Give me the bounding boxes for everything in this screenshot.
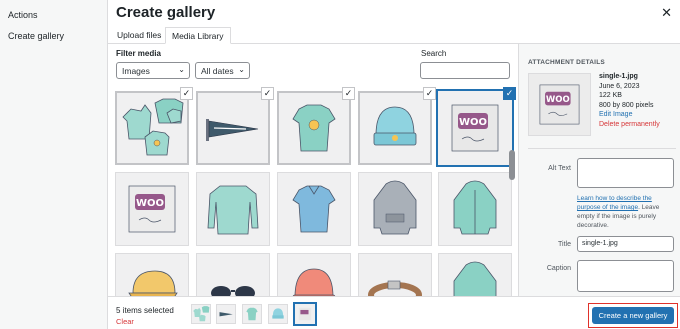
date-value: All dates <box>201 66 234 76</box>
media-item-beanie[interactable]: ✓ <box>358 87 436 165</box>
svg-text:WOO: WOO <box>459 117 487 128</box>
search-input[interactable] <box>420 62 510 79</box>
media-grid: ✓ ✓ ✓ ✓ WOO ✓ WOO <box>108 84 518 296</box>
checkmark-icon[interactable]: ✓ <box>261 87 274 100</box>
checkmark-icon[interactable]: ✓ <box>342 87 355 100</box>
close-icon[interactable]: ✕ <box>661 5 672 21</box>
divider <box>528 148 676 149</box>
tab-media-library[interactable]: Media Library <box>165 27 231 44</box>
media-item-sunglasses[interactable] <box>196 253 270 296</box>
hoodie-green-image <box>453 261 497 296</box>
woo-album-image: WOO <box>539 84 580 125</box>
hoodie-image <box>373 180 417 235</box>
checkmark-icon[interactable]: ✓ <box>423 87 436 100</box>
clear-selection-link[interactable]: Clear <box>116 317 134 326</box>
media-item-single-2[interactable]: WOO <box>115 172 189 246</box>
media-type-select[interactable]: Images ⌄ <box>116 62 190 79</box>
hoodie-zip-image <box>453 180 497 235</box>
hoodie-bundle-image <box>193 306 210 322</box>
grid-scrollbar[interactable] <box>509 150 515 180</box>
pennant-image <box>206 119 259 141</box>
checkmark-icon[interactable]: ✓ <box>180 87 193 100</box>
selection-count: 5 items selected <box>116 306 174 315</box>
caption-field[interactable] <box>577 260 674 292</box>
selected-thumb-tshirt[interactable] <box>242 304 262 324</box>
belt-image <box>368 280 422 296</box>
selected-thumb-hoodie-bundle[interactable] <box>191 304 211 324</box>
alt-text-label: Alt Text <box>548 165 571 172</box>
selected-thumb-pennant[interactable] <box>216 304 236 324</box>
attachment-dimensions: 800 by 800 pixels <box>599 101 654 109</box>
actions-heading: Actions <box>8 10 38 20</box>
media-item-polo[interactable] <box>277 172 351 246</box>
date-select[interactable]: All dates ⌄ <box>195 62 250 79</box>
woo-album-image: WOO <box>451 104 499 152</box>
attachment-info: single-1.jpg June 6, 2023 122 KB 800 by … <box>599 72 660 129</box>
title-label: Title <box>558 241 571 248</box>
media-item-hoodie-green[interactable] <box>438 253 512 296</box>
media-item-tshirt[interactable]: ✓ <box>277 87 355 165</box>
tab-bar: Upload files Media Library <box>108 25 680 44</box>
tshirt-image <box>246 307 258 321</box>
sunglasses-image <box>211 286 255 296</box>
modal-title: Create gallery <box>116 4 216 21</box>
search-label: Search <box>421 49 447 58</box>
filter-media-label: Filter media <box>116 49 161 58</box>
caption-label: Caption <box>546 265 571 272</box>
checkmark-icon[interactable]: ✓ <box>503 87 516 100</box>
alt-text-field[interactable] <box>577 158 674 188</box>
attachment-date: June 6, 2023 <box>599 82 640 90</box>
media-item-hoodie[interactable] <box>358 172 432 246</box>
media-type-value: Images <box>122 66 150 76</box>
polo-image <box>292 185 336 233</box>
beanie-red-image <box>292 268 336 296</box>
create-new-gallery-button[interactable]: Create a new gallery <box>592 307 674 324</box>
woo-album-image: WOO <box>128 185 176 233</box>
svg-text:WOO: WOO <box>546 95 570 105</box>
woo-album-image <box>298 307 312 321</box>
tab-upload-files[interactable]: Upload files <box>111 27 167 44</box>
delete-permanently-link[interactable]: Delete permanently <box>599 120 660 130</box>
modal-footer: 5 items selected Clear Create a new gall… <box>108 296 680 329</box>
alt-text-help: Learn how to describe the purpose of the… <box>577 194 677 230</box>
media-item-single-1[interactable]: WOO ✓ <box>438 87 516 165</box>
media-item-pennant[interactable]: ✓ <box>196 87 274 165</box>
beanie-image <box>272 308 284 319</box>
media-item-cap[interactable] <box>115 253 189 296</box>
selected-thumb-single-1[interactable] <box>295 304 315 324</box>
chevron-down-icon: ⌄ <box>238 65 245 74</box>
chevron-down-icon: ⌄ <box>178 65 185 74</box>
selected-thumb-beanie[interactable] <box>268 304 288 324</box>
attachment-details-heading: ATTACHMENT DETAILS <box>528 59 605 66</box>
cap-image <box>128 270 178 296</box>
hoodie-bundle-image <box>122 98 184 156</box>
beanie-image <box>373 106 417 146</box>
actions-menu: Actions Create gallery <box>0 0 108 329</box>
long-sleeve-image <box>207 185 259 235</box>
pennant-image <box>219 312 233 317</box>
menu-item-create-gallery[interactable]: Create gallery <box>8 31 64 41</box>
tshirt-image <box>292 104 336 152</box>
attachment-size: 122 KB <box>599 92 622 99</box>
edit-image-link[interactable]: Edit Image <box>599 110 660 120</box>
media-item-long-sleeve[interactable] <box>196 172 270 246</box>
media-item-beanie-red[interactable] <box>277 253 351 296</box>
media-item-hoodie-bundle[interactable]: ✓ <box>115 87 193 165</box>
svg-text:WOO: WOO <box>136 198 164 209</box>
title-field[interactable]: single-1.jpg <box>577 236 674 252</box>
attachment-preview: WOO <box>528 73 591 136</box>
media-item-belt[interactable] <box>358 253 432 296</box>
attachment-filename: single-1.jpg <box>599 73 638 80</box>
attachment-details-panel: ATTACHMENT DETAILS WOO single-1.jpg June… <box>518 44 680 296</box>
media-item-hoodie-zip[interactable] <box>438 172 512 246</box>
